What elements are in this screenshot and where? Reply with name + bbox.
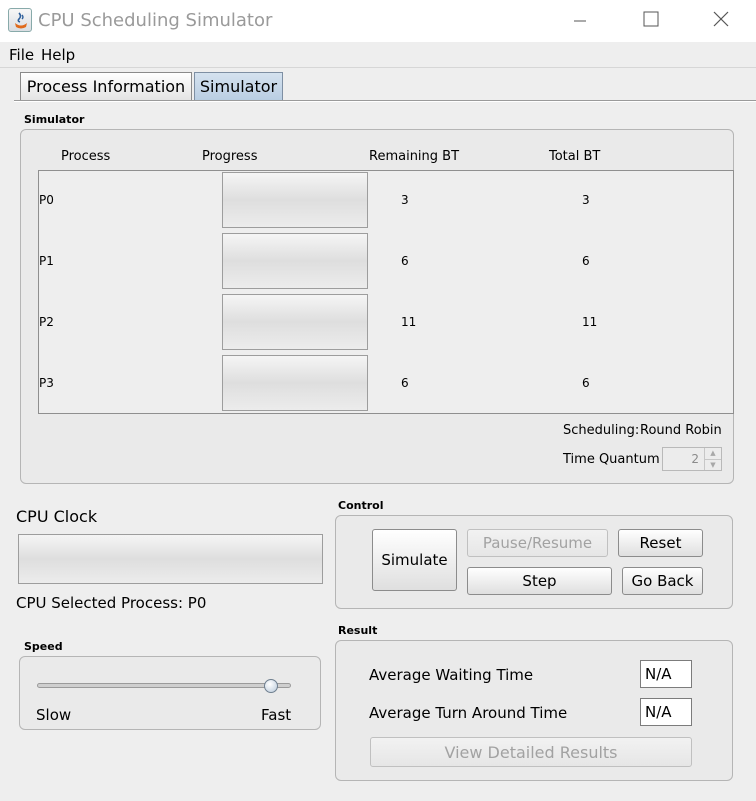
spinner-down-icon[interactable]: ▼ — [704, 459, 721, 470]
tab-simulator[interactable]: Simulator — [194, 72, 283, 101]
result-section-title: Result — [338, 624, 378, 637]
total-bt: 3 — [582, 193, 590, 207]
close-button[interactable] — [700, 8, 740, 34]
total-bt: 11 — [582, 315, 598, 329]
col-header-process: Process — [61, 149, 111, 164]
avg-waiting-time-field: N/A — [640, 660, 692, 688]
remaining-bt: 11 — [401, 315, 417, 329]
tab-strip: Process Information Simulator — [0, 68, 756, 102]
col-header-remaining-bt: Remaining BT — [369, 149, 460, 164]
total-bt: 6 — [582, 376, 590, 390]
menu-bar: File Help — [0, 42, 756, 68]
tab-divider — [14, 100, 756, 102]
process-name: P2 — [39, 315, 54, 329]
avg-turnaround-time-label: Average Turn Around Time — [369, 704, 568, 722]
speed-section-title: Speed — [24, 640, 63, 653]
process-table — [38, 170, 734, 414]
speed-slider-track[interactable] — [37, 683, 291, 688]
tab-process-information[interactable]: Process Information — [20, 72, 192, 101]
cpu-selected-process: CPU Selected Process: P0 — [16, 594, 206, 612]
scheduling-label: Scheduling: — [563, 423, 640, 438]
window-title: CPU Scheduling Simulator — [38, 10, 273, 31]
maximize-button[interactable] — [630, 8, 670, 34]
speed-slider-thumb[interactable] — [263, 679, 278, 693]
time-quantum-label: Time Quantum — [563, 452, 660, 467]
view-detailed-results-button[interactable]: View Detailed Results — [370, 737, 692, 767]
pause-resume-button[interactable]: Pause/Resume — [467, 529, 608, 557]
remaining-bt: 6 — [401, 254, 409, 268]
process-progress-bar — [222, 355, 368, 411]
avg-waiting-time-label: Average Waiting Time — [369, 666, 534, 684]
process-name: P3 — [39, 376, 54, 390]
menu-file[interactable]: File — [9, 46, 34, 64]
cpu-selected-label: CPU Selected Process: — [16, 594, 184, 612]
minimize-button[interactable] — [560, 8, 600, 34]
reset-button[interactable]: Reset — [618, 529, 703, 557]
scheduling-value: Round Robin — [640, 423, 722, 438]
col-header-total-bt: Total BT — [549, 149, 601, 164]
spinner-up-icon[interactable]: ▲ — [704, 448, 721, 459]
process-progress-bar — [222, 233, 368, 289]
title-bar: CPU Scheduling Simulator — [0, 0, 756, 42]
simulate-button[interactable]: Simulate — [372, 529, 457, 591]
go-back-button[interactable]: Go Back — [622, 567, 703, 595]
process-progress-bar — [222, 172, 368, 228]
speed-min-label: Slow — [36, 706, 72, 724]
cpu-selected-value: P0 — [187, 594, 207, 612]
process-name: P1 — [39, 254, 54, 268]
col-header-progress: Progress — [202, 149, 258, 164]
process-name: P0 — [39, 193, 54, 207]
cpu-clock-bar — [18, 534, 323, 584]
process-progress-bar — [222, 294, 368, 350]
cpu-clock-label: CPU Clock — [16, 507, 98, 526]
time-quantum-value: 2 — [691, 452, 699, 466]
java-app-icon — [8, 8, 32, 32]
menu-help[interactable]: Help — [41, 46, 75, 64]
speed-max-label: Fast — [261, 706, 292, 724]
remaining-bt: 6 — [401, 376, 409, 390]
remaining-bt: 3 — [401, 193, 409, 207]
control-section-title: Control — [338, 499, 384, 512]
step-button[interactable]: Step — [467, 567, 612, 595]
simulator-section-title: Simulator — [24, 113, 85, 126]
total-bt: 6 — [582, 254, 590, 268]
time-quantum-spinner[interactable]: 2 ▲ ▼ — [662, 447, 722, 471]
avg-turnaround-time-field: N/A — [640, 698, 692, 726]
close-icon — [713, 11, 729, 27]
